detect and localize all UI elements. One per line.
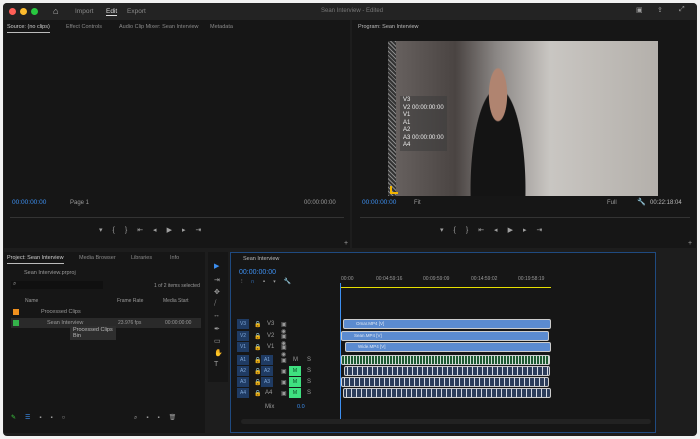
audio-clip[interactable] xyxy=(344,366,550,376)
horizontal-scrollbar[interactable] xyxy=(241,419,651,424)
work-area-bar[interactable] xyxy=(341,287,551,288)
type-icon[interactable]: T xyxy=(214,361,218,368)
timeline-panel: Sean Interview 00:00:00:00 ⫶∩▪▾🔧 00:00 0… xyxy=(230,252,656,433)
list-item[interactable]: Processed Clips xyxy=(11,307,201,317)
quality-select[interactable]: Full xyxy=(607,200,617,206)
title-bar: ⌂ Import Edit Export Sean Interview - Ed… xyxy=(3,3,697,20)
tab-effect-controls[interactable]: Effect Controls xyxy=(66,24,102,30)
share-icon[interactable]: ⇪ xyxy=(657,6,663,14)
video-frame: V3 V2 00:00:00:00 V1 A1 A2 A3 00:00:00:00 A4 xyxy=(388,41,658,196)
mute-button[interactable]: M xyxy=(289,377,301,387)
page-select[interactable]: Page 1 xyxy=(70,200,89,206)
person xyxy=(463,61,533,196)
razor-icon[interactable]: ⧸ xyxy=(214,300,216,308)
playhead[interactable] xyxy=(340,283,341,423)
minimize-button[interactable] xyxy=(20,8,27,15)
add-button-icon[interactable]: + xyxy=(688,240,692,247)
source-monitor: Source: (no clips) Effect Controls Audio… xyxy=(4,20,350,248)
column-frame-rate[interactable]: Frame Rate xyxy=(117,298,143,304)
app-window: ⌂ Import Edit Export Sean Interview - Ed… xyxy=(3,3,697,436)
video-clip[interactable]: Omar.MP4 [V] xyxy=(343,319,551,329)
panel-icon[interactable]: ▣ xyxy=(636,6,643,14)
program-monitor: Program: Sean Interview V3 V2 00:00:00:00… xyxy=(352,20,696,248)
source-transport-controls[interactable]: ▾{}⇤◂▶▸⇥ xyxy=(99,226,211,234)
ruler-tick: 00:04:59:16 xyxy=(376,276,403,282)
source-scrubber[interactable] xyxy=(10,215,344,218)
timeline-tools[interactable]: ⫶∩▪▾🔧 xyxy=(241,278,299,286)
mix-value[interactable]: 0.0 xyxy=(297,404,305,410)
project-panel: Project: Sean Interview Media Browser Li… xyxy=(4,252,205,433)
tooltip: Processed Clips Bin xyxy=(70,326,116,340)
track-select-icon[interactable]: ⇥ xyxy=(214,276,220,284)
tab-metadata[interactable]: Metadata xyxy=(210,24,233,30)
program-scrubber[interactable] xyxy=(360,215,690,218)
tab-audio-clip-mixer[interactable]: Audio Clip Mixer: Sean Interview xyxy=(119,24,198,30)
wrench-icon[interactable]: 🔧 xyxy=(637,198,646,206)
mute-button[interactable]: M xyxy=(289,366,301,376)
program-timecode[interactable]: 00:00:00:00 xyxy=(362,199,396,206)
tab-project[interactable]: Project: Sean Interview xyxy=(7,255,64,264)
program-transport-controls[interactable]: ▾{}⇤◂▶▸⇥ xyxy=(440,226,552,234)
ruler-tick: 00:14:59:02 xyxy=(471,276,498,282)
tab-media-browser[interactable]: Media Browser xyxy=(79,255,116,261)
home-icon[interactable]: ⌂ xyxy=(53,6,58,16)
program-duration: 00:22:18:04 xyxy=(650,200,682,206)
ruler-tick: 00:09:59:09 xyxy=(423,276,450,282)
fit-select[interactable]: Fit xyxy=(414,200,421,206)
timeline-timecode[interactable]: 00:00:00:00 xyxy=(239,269,276,276)
add-button-icon[interactable]: + xyxy=(344,240,348,247)
tab-libraries[interactable]: Libraries xyxy=(131,255,152,261)
slip-icon[interactable]: ↔ xyxy=(213,312,220,319)
column-media-start[interactable]: Media Start xyxy=(163,298,189,304)
tab-source[interactable]: Source: (no clips) xyxy=(7,24,50,33)
hand-icon[interactable]: ✋ xyxy=(214,349,223,357)
source-timecode-in[interactable]: 00:00:00:00 xyxy=(12,199,46,206)
source-timecode-out: 00:00:00:00 xyxy=(304,200,336,206)
audio-clip[interactable] xyxy=(343,388,551,398)
tab-program[interactable]: Program: Sean Interview xyxy=(358,24,419,30)
ruler-tick: 00:00 xyxy=(341,276,354,282)
nav-edit[interactable]: Edit xyxy=(106,8,118,16)
nav-import[interactable]: Import xyxy=(75,8,93,15)
selection-tool-icon[interactable]: ▶ xyxy=(214,262,219,270)
tab-timeline[interactable]: Sean Interview xyxy=(243,256,279,262)
project-footer-tools[interactable]: ✎☰▪▪○ xyxy=(11,414,74,421)
search-icon: ⌕ xyxy=(13,281,17,287)
mix-label: Mix xyxy=(265,404,275,410)
tools-panel: ▶ ⇥ ✥ ⧸ ↔ ✒ ▭ ✋ T xyxy=(208,252,228,382)
ripple-edit-icon[interactable]: ✥ xyxy=(214,288,220,296)
mute-button[interactable]: M xyxy=(289,388,301,398)
ruler-tick: 00:19:58:19 xyxy=(518,276,545,282)
close-button[interactable] xyxy=(9,8,16,15)
fullscreen-icon[interactable]: ⤢ xyxy=(679,6,685,14)
window-title: Sean Interview - Edited xyxy=(321,8,384,14)
nav-export[interactable]: Export xyxy=(127,8,146,15)
rectangle-icon[interactable]: ▭ xyxy=(214,337,221,345)
selection-count: 1 of 2 items selected xyxy=(154,283,200,289)
audio-clip[interactable] xyxy=(341,355,550,365)
column-name[interactable]: Name xyxy=(25,298,38,304)
tab-info[interactable]: Info xyxy=(170,255,179,261)
timecode-overlay: V3 V2 00:00:00:00 V1 A1 A2 A3 00:00:00:00 A4 xyxy=(400,96,447,151)
project-footer-actions[interactable]: ⌕▪▪🗑 xyxy=(134,414,185,422)
project-file: Sean Interview.prproj xyxy=(24,270,76,276)
search-input[interactable]: ⌕ xyxy=(11,281,103,289)
pen-icon[interactable]: ✒ xyxy=(214,325,220,333)
maximize-button[interactable] xyxy=(31,8,38,15)
video-clip[interactable]: Wide.MP4 [V] xyxy=(345,342,551,352)
video-clip[interactable]: Sean.MP4 [V] xyxy=(341,331,549,341)
audio-clip[interactable] xyxy=(341,377,549,387)
